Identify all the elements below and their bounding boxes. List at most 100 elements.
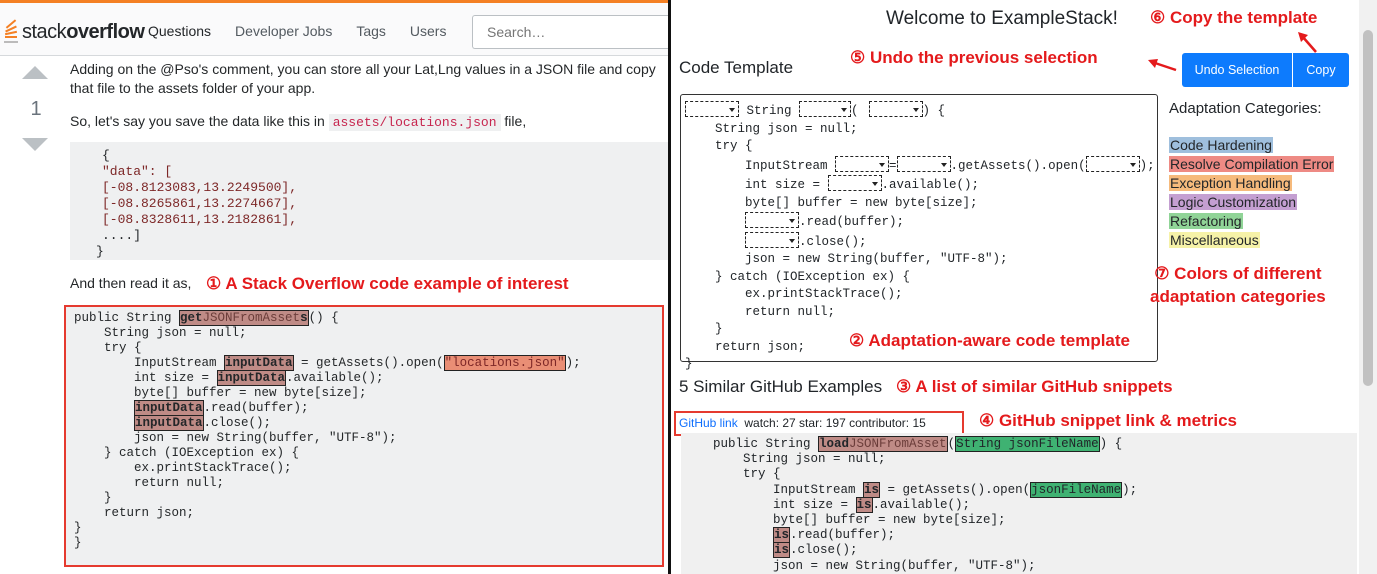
code-template-box: String () { String json = null; try { In… — [680, 94, 1158, 371]
annotation-copy: ⑥ Copy the template — [1150, 8, 1318, 27]
answer-paragraph-2: So, let's say you save the data like thi… — [70, 112, 526, 132]
method-name-highlight[interactable]: loadJSONFromAsset — [818, 436, 948, 452]
json-line: [-08.8123083,13.2249500], — [102, 180, 298, 195]
gh-code-line: int size = is.available(); — [713, 496, 971, 513]
github-metrics: watch: 27 star: 197 contributor: 15 — [744, 416, 926, 430]
json-code-block: { "data": [ [-08.8123083,13.2249500], [-… — [70, 142, 668, 260]
gh-code-line: byte[] buffer = new byte[size]; — [713, 513, 1006, 528]
gh-code-line: InputStream is = getAssets().open(jsonFi… — [713, 481, 1138, 498]
code-line: } — [74, 536, 82, 550]
so-code-example-block: public String getJSONFromAssets() { Stri… — [64, 305, 664, 567]
code-line: json = new String(buffer, "UTF-8"); — [74, 431, 397, 445]
similar-examples-heading: 5 Similar GitHub Examples — [679, 377, 883, 396]
string-literal-highlight[interactable]: "locations.json" — [443, 355, 566, 371]
vote-count: 1 — [30, 98, 42, 120]
answer-paragraph-3: And then read it as, — [70, 275, 192, 291]
so-logo-text: stackoverflow — [22, 20, 145, 43]
gh-code-line: try { — [713, 467, 781, 482]
hole-dropdown[interactable] — [685, 101, 739, 117]
variable-highlight[interactable]: inputData — [134, 415, 204, 431]
code-line: } — [74, 521, 82, 535]
category-refactoring: Refactoring — [1169, 213, 1243, 229]
code-line: try { — [74, 341, 142, 355]
variable-highlight[interactable]: inputData — [224, 355, 294, 371]
code-line: int size = inputData.available(); — [74, 370, 384, 386]
nav-developer-jobs[interactable]: Developer Jobs — [235, 23, 332, 39]
variable-highlight[interactable]: is — [773, 542, 791, 559]
hole-dropdown[interactable] — [745, 212, 800, 228]
so-nav: Questions Developer Jobs Tags Users — [148, 23, 470, 39]
annotation-category-colors: ⑦ Colors of different adaptation categor… — [1150, 262, 1326, 308]
vertical-scrollbar[interactable] — [1359, 0, 1377, 574]
hole-dropdown[interactable] — [745, 231, 800, 248]
hole-dropdown[interactable] — [868, 101, 923, 117]
json-line: [-08.8265861,13.2274667], — [102, 196, 298, 211]
json-line: ....] — [102, 228, 142, 243]
template-line: ex.printStackTrace(); — [685, 287, 903, 301]
hole-dropdown[interactable] — [896, 155, 951, 172]
method-name-highlight[interactable]: getJSONFromAssets — [179, 310, 309, 326]
template-line: .close(); — [685, 231, 1157, 252]
category-item: Logic Customization — [1169, 193, 1334, 212]
template-line: .read(buffer); — [685, 212, 1157, 232]
code-line: InputStream inputData = getAssets().open… — [74, 355, 581, 371]
nav-tags[interactable]: Tags — [356, 23, 386, 39]
inline-code-path: assets/locations.json — [328, 114, 501, 131]
code-line: return null; — [74, 476, 225, 490]
adaptation-categories-heading: Adaptation Categories: — [1169, 100, 1322, 117]
code-line: } catch (IOException ex) { — [74, 446, 300, 460]
template-line: String () { — [685, 101, 1157, 121]
arrow-to-copy-icon — [1298, 32, 1317, 53]
hole-dropdown[interactable] — [799, 101, 852, 117]
template-line: } — [685, 357, 693, 371]
annotation-undo: ⑤ Undo the previous selection — [850, 48, 1098, 67]
gh-code-line: is.close(); — [773, 542, 858, 559]
gh-code-line: is.read(buffer); — [773, 527, 896, 544]
parameter-highlight[interactable]: jsonFileName — [1030, 481, 1123, 498]
category-code-hardening: Code Hardening — [1169, 137, 1273, 153]
code-line: inputData.close(); — [134, 415, 272, 431]
so-logo[interactable]: stackoverflow — [4, 19, 145, 45]
hole-dropdown[interactable] — [827, 175, 882, 191]
undo-selection-button[interactable]: Undo Selection — [1182, 53, 1292, 87]
template-line: String json = null; — [685, 121, 858, 136]
annotation-so-example: ① A Stack Overflow code example of inter… — [206, 274, 569, 293]
downvote-arrow-icon[interactable] — [22, 138, 48, 151]
upvote-arrow-icon[interactable] — [22, 66, 48, 79]
json-line: "data": [ — [102, 164, 173, 179]
variable-highlight[interactable]: is — [863, 481, 881, 498]
nav-questions[interactable]: Questions — [148, 23, 211, 39]
examplestack-welcome-title: Welcome to ExampleStack! — [886, 8, 1118, 29]
paragraph-2-text-end: file, — [500, 113, 527, 129]
code-line: inputData.read(buffer); — [134, 400, 309, 416]
category-item: Code Hardening — [1169, 136, 1334, 155]
arrow-to-undo-icon — [1148, 59, 1177, 72]
category-resolve-compilation-error: Resolve Compilation Error — [1169, 156, 1335, 172]
hole-dropdown[interactable] — [835, 155, 890, 172]
json-line: } — [96, 244, 104, 259]
category-item: Exception Handling — [1169, 174, 1334, 193]
category-exception-handling: Exception Handling — [1169, 175, 1292, 191]
hole-dropdown[interactable] — [1085, 155, 1140, 172]
variable-highlight[interactable]: is — [855, 496, 873, 513]
so-search-input[interactable] — [472, 15, 668, 49]
category-item: Refactoring — [1169, 212, 1334, 231]
code-line: String json = null; — [74, 326, 247, 340]
github-link[interactable]: GitHub link — [679, 416, 738, 430]
scrollbar-thumb[interactable] — [1363, 30, 1373, 386]
annotation-similar-snippets: ③ A list of similar GitHub snippets — [896, 377, 1173, 396]
variable-highlight[interactable]: inputData — [216, 370, 287, 386]
copy-button[interactable]: Copy — [1293, 53, 1349, 87]
category-logic-customization: Logic Customization — [1169, 194, 1298, 210]
answer-paragraph-1-line-1: Adding on the @Pso's comment, you can st… — [70, 61, 656, 77]
nav-users[interactable]: Users — [410, 23, 447, 39]
github-snippet-code: public String loadJSONFromAsset(String j… — [681, 433, 1357, 574]
parameter-highlight[interactable]: String jsonFileName — [955, 436, 1100, 452]
category-miscellaneous: Miscellaneous — [1169, 232, 1260, 248]
variable-highlight[interactable]: inputData — [134, 400, 204, 416]
variable-highlight[interactable]: is — [773, 527, 791, 544]
code-line: return json; — [74, 506, 195, 520]
so-top-bar: stackoverflow Questions Developer Jobs T… — [0, 0, 668, 56]
template-line: } catch (IOException ex) { — [685, 269, 911, 284]
answer-paragraph-1: Adding on the @Pso's comment, you can st… — [70, 60, 668, 98]
